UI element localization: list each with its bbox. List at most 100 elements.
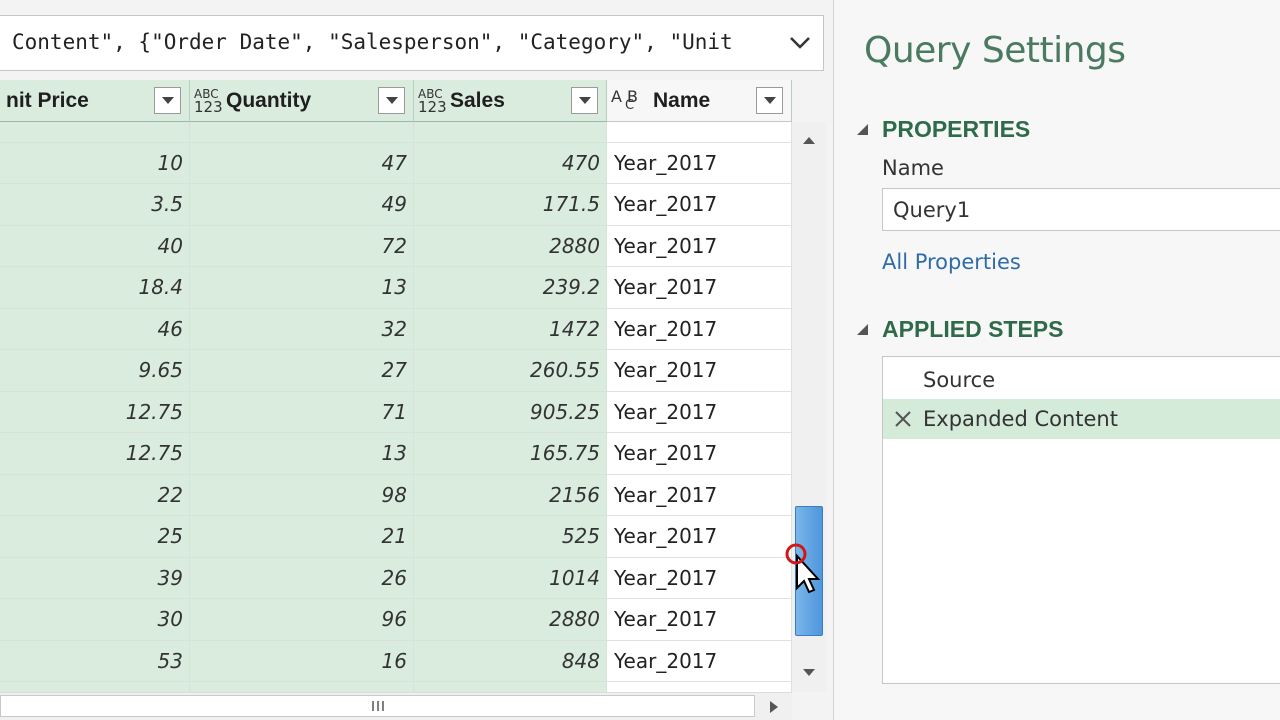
table-cell[interactable]: 9.65 [0,350,190,392]
table-cell[interactable]: Year_2017 [607,640,792,682]
number-type-icon[interactable]: ABC 123 [190,87,226,114]
table-cell[interactable]: Year_2017 [607,308,792,350]
table-row: 18.4 13 239.2 Year_2017 [0,267,792,309]
table-row: 22 98 2156 Year_2017 [0,474,792,516]
filter-dropdown-icon[interactable] [154,87,181,114]
collapse-triangle-icon[interactable] [856,323,870,337]
table-row: 25 21 525 Year_2017 [0,516,792,558]
query-name-input[interactable] [882,188,1280,231]
text-type-icon[interactable]: A B C [607,88,653,112]
table-cell[interactable]: 25 [0,516,190,558]
table-row: 12.75 71 905.25 Year_2017 [0,391,792,433]
delete-step-icon[interactable] [883,409,923,429]
table-cell[interactable]: 905.25 [414,391,607,433]
formula-bar[interactable]: Content", {"Order Date", "Salesperson", … [0,15,824,71]
vertical-scroll-thumb[interactable] [795,506,823,636]
scroll-right-icon[interactable] [764,697,784,717]
column-header-sales[interactable]: ABC 123 Sales [414,80,607,122]
table-cell[interactable] [0,682,190,692]
table-cell[interactable]: 12.75 [0,433,190,475]
applied-steps-section-header[interactable]: APPLIED STEPS [856,316,1063,343]
table-cell[interactable] [607,122,792,143]
table-cell[interactable]: 260.55 [414,350,607,392]
table-cell[interactable]: 71 [190,391,414,433]
table-row: 40 72 2880 Year_2017 [0,225,792,267]
vertical-scrollbar[interactable] [792,122,826,692]
table-cell[interactable]: 96 [190,599,414,641]
table-cell[interactable]: 21 [190,516,414,558]
table-cell[interactable]: Year_2017 [607,599,792,641]
table-cell[interactable]: 848 [414,640,607,682]
table-cell[interactable]: 3.5 [0,184,190,226]
table-cell[interactable]: Year_2017 [607,474,792,516]
table-cell[interactable] [0,122,190,143]
table-cell[interactable]: 12.75 [0,391,190,433]
table-cell[interactable]: 49 [190,184,414,226]
table-cell[interactable]: 525 [414,516,607,558]
column-header-name[interactable]: A B C Name [607,80,792,122]
column-header-unit-price[interactable]: nit Price [0,80,190,122]
table-cell[interactable]: 18.4 [0,267,190,309]
table-cell[interactable] [190,122,414,143]
table-cell[interactable]: 53 [0,640,190,682]
table-cell[interactable]: 72 [190,225,414,267]
table-cell[interactable]: 47 [190,142,414,184]
table-cell[interactable]: 1472 [414,308,607,350]
table-cell[interactable]: 16 [190,640,414,682]
number-type-icon[interactable]: ABC 123 [414,87,450,114]
collapse-triangle-icon[interactable] [856,123,870,137]
filter-dropdown-icon[interactable] [571,87,598,114]
scroll-down-icon[interactable] [792,662,826,684]
grid-header: nit Price ABC 123 Quantity ABC 123 Sales… [0,80,792,122]
properties-section-header[interactable]: PROPERTIES [856,116,1030,143]
table-cell[interactable]: 2880 [414,225,607,267]
table-cell[interactable]: 26 [190,557,414,599]
table-cell[interactable] [607,682,792,692]
table-cell[interactable] [414,122,607,143]
table-cell[interactable]: 1014 [414,557,607,599]
table-cell[interactable]: 165.75 [414,433,607,475]
table-cell[interactable]: Year_2017 [607,142,792,184]
table-cell[interactable]: 239.2 [414,267,607,309]
table-cell[interactable]: Year_2017 [607,267,792,309]
table-cell[interactable]: Year_2017 [607,350,792,392]
scroll-up-icon[interactable] [792,130,826,152]
step-expanded-content[interactable]: Expanded Content [883,399,1280,439]
table-cell[interactable]: Year_2017 [607,225,792,267]
table-cell[interactable]: 32 [190,308,414,350]
table-cell[interactable]: 13 [190,267,414,309]
all-properties-link[interactable]: All Properties [882,250,1021,274]
formula-text[interactable]: Content", {"Order Date", "Salesperson", … [12,30,772,54]
table-cell[interactable] [414,682,607,692]
table-cell[interactable]: Year_2017 [607,391,792,433]
table-cell[interactable]: 2880 [414,599,607,641]
table-cell[interactable]: 40 [0,225,190,267]
table-cell[interactable]: Year_2017 [607,184,792,226]
table-cell[interactable]: 22 [0,474,190,516]
filter-dropdown-icon[interactable] [756,87,783,114]
table-cell[interactable]: 27 [190,350,414,392]
table-cell[interactable]: Year_2017 [607,557,792,599]
horizontal-scrollbar[interactable] [0,692,792,720]
table-cell[interactable]: 98 [190,474,414,516]
column-header-quantity[interactable]: ABC 123 Quantity [190,80,414,122]
table-row [0,122,792,143]
step-source[interactable]: Source [883,360,1280,400]
horizontal-scroll-thumb[interactable] [0,695,755,717]
table-row: 39 26 1014 Year_2017 [0,557,792,599]
table-cell[interactable]: 2156 [414,474,607,516]
table-cell[interactable]: 30 [0,599,190,641]
table-cell[interactable]: 46 [0,308,190,350]
table-cell[interactable] [190,682,414,692]
table-cell[interactable]: 13 [190,433,414,475]
chevron-down-icon[interactable] [787,30,813,56]
filter-dropdown-icon[interactable] [378,87,405,114]
table-cell[interactable]: Year_2017 [607,516,792,558]
table-cell[interactable]: 470 [414,142,607,184]
table-cell[interactable]: Year_2017 [607,433,792,475]
table-cell[interactable]: 171.5 [414,184,607,226]
table-cell[interactable]: 39 [0,557,190,599]
table-row: 30 96 2880 Year_2017 [0,599,792,641]
table-row: 9.65 27 260.55 Year_2017 [0,350,792,392]
table-cell[interactable]: 10 [0,142,190,184]
